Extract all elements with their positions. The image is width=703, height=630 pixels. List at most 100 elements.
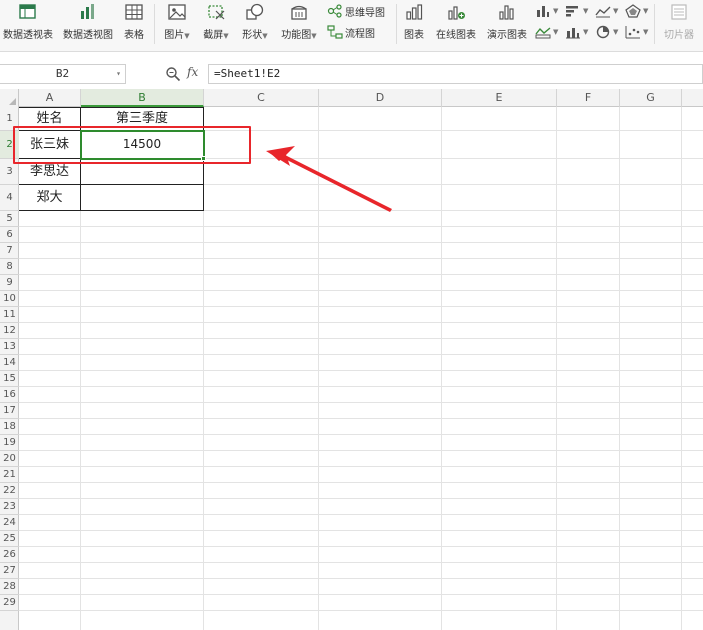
stock-chart-button[interactable]: ▼ — [565, 23, 588, 41]
row-header-6[interactable]: 6 — [0, 227, 19, 243]
chevron-down-icon: ▼ — [311, 32, 317, 40]
column-header-f[interactable]: F — [557, 89, 620, 107]
row-header-29[interactable]: 29 — [0, 595, 19, 611]
table-icon — [125, 4, 143, 20]
pivot-chart-button[interactable]: 数据透视图 — [60, 0, 116, 52]
zoom-icon[interactable] — [165, 66, 181, 82]
row-header-12[interactable]: 12 — [0, 323, 19, 339]
name-box[interactable]: B2 ▾ — [0, 64, 126, 84]
fx-icon[interactable]: fx — [187, 65, 198, 79]
scatter-chart-button[interactable]: ▼ — [625, 23, 648, 41]
demo-chart-icon — [499, 5, 514, 20]
chevron-down-icon: ▼ — [553, 7, 559, 15]
row-header-7[interactable]: 7 — [0, 243, 19, 259]
function-diagram-icon — [291, 5, 307, 20]
column-header-e[interactable]: E — [442, 89, 557, 107]
shapes-button[interactable]: 形状▼ — [237, 0, 273, 52]
chart-button[interactable]: 图表 — [399, 0, 429, 52]
area-chart-icon — [535, 27, 551, 39]
column-header-d[interactable]: D — [319, 89, 442, 107]
slicer-icon — [671, 4, 687, 20]
row-header-18[interactable]: 18 — [0, 419, 19, 435]
mindmap-label: 思维导图 — [345, 7, 385, 19]
row-header-4[interactable]: 4 — [0, 185, 19, 211]
column-header-b[interactable]: B — [81, 89, 204, 107]
chart-label: 图表 — [404, 30, 424, 41]
column-header-g[interactable]: G — [620, 89, 682, 107]
row-header-11[interactable]: 11 — [0, 307, 19, 323]
line-chart-button[interactable]: ▼ — [595, 2, 618, 20]
cell-a4[interactable]: 郑大 — [19, 185, 80, 210]
cell-b4[interactable] — [81, 185, 203, 210]
pivot-chart-icon — [81, 4, 94, 19]
picture-label: 图片 — [164, 30, 185, 41]
row-header-10[interactable]: 10 — [0, 291, 19, 307]
bar-chart-button[interactable]: ▼ — [565, 2, 588, 20]
row-header-13[interactable]: 13 — [0, 339, 19, 355]
screenshot-label: 截屏 — [203, 30, 224, 41]
row-header-23[interactable]: 23 — [0, 499, 19, 515]
highlight-box — [13, 126, 251, 164]
column-headers: A B C D E F G — [0, 89, 703, 107]
table-button[interactable]: 表格 — [120, 0, 148, 52]
flowchart-button[interactable]: 流程图 — [327, 23, 375, 41]
row-header-24[interactable]: 24 — [0, 515, 19, 531]
row-header-9[interactable]: 9 — [0, 275, 19, 291]
online-chart-icon — [448, 6, 465, 20]
column-chart-button[interactable]: ▼ — [535, 2, 558, 20]
radar-chart-icon — [625, 4, 641, 18]
chart-icon — [406, 4, 423, 20]
radar-chart-button[interactable]: ▼ — [625, 2, 648, 20]
line-chart-icon — [595, 6, 611, 18]
formula-bar: B2 ▾ fx =Sheet1!E2 — [0, 61, 703, 87]
bar-chart-icon — [566, 6, 578, 17]
row-header-28[interactable]: 28 — [0, 579, 19, 595]
screenshot-button[interactable]: 截屏▼ — [198, 0, 234, 52]
column-header-h[interactable] — [682, 89, 703, 107]
shapes-icon — [246, 3, 264, 20]
row-header-15[interactable]: 15 — [0, 371, 19, 387]
slicer-label: 切片器 — [664, 30, 694, 41]
row-header-17[interactable]: 17 — [0, 403, 19, 419]
row-header-8[interactable]: 8 — [0, 259, 19, 275]
row-header-16[interactable]: 16 — [0, 387, 19, 403]
column-header-c[interactable]: C — [204, 89, 319, 107]
row-headers: 1 2 3 4 5 6 7 8 9 10 11 12 13 14 15 16 1… — [0, 107, 19, 630]
row-header-19[interactable]: 19 — [0, 435, 19, 451]
function-diagram-button[interactable]: 功能图▼ — [277, 0, 321, 52]
area-chart-button[interactable]: ▼ — [535, 23, 558, 41]
cell-area[interactable]: 姓名 第三季度 张三妹 14500 李思达 郑大 — [19, 107, 703, 630]
column-header-a[interactable]: A — [19, 89, 81, 107]
row-header-20[interactable]: 20 — [0, 451, 19, 467]
separator — [154, 4, 155, 44]
ribbon-toolbar: 数据透视表 数据透视图 表格 图片▼ 截屏▼ 形状▼ 功能图▼ 思维导图 流程图… — [0, 0, 703, 52]
pivot-table-button[interactable]: 数据透视表 — [0, 0, 56, 52]
row-header-22[interactable]: 22 — [0, 483, 19, 499]
chevron-down-icon: ▼ — [553, 28, 559, 36]
screenshot-icon — [208, 5, 225, 20]
mindmap-button[interactable]: 思维导图 — [327, 2, 385, 20]
chevron-down-icon: ▼ — [643, 7, 649, 15]
row-header-27[interactable]: 27 — [0, 563, 19, 579]
pivot-chart-label: 数据透视图 — [63, 30, 113, 41]
stock-chart-icon — [566, 28, 580, 39]
row-header-5[interactable]: 5 — [0, 211, 19, 227]
formula-input[interactable]: =Sheet1!E2 — [208, 64, 703, 84]
picture-button[interactable]: 图片▼ — [159, 0, 195, 52]
pie-chart-icon — [596, 25, 610, 39]
row-header-25[interactable]: 25 — [0, 531, 19, 547]
separator — [396, 4, 397, 44]
pie-chart-button[interactable]: ▼ — [595, 23, 618, 41]
row-header-21[interactable]: 21 — [0, 467, 19, 483]
picture-icon — [168, 4, 186, 20]
chevron-down-icon[interactable]: ▾ — [116, 65, 121, 83]
online-chart-label: 在线图表 — [436, 30, 476, 41]
row-header-26[interactable]: 26 — [0, 547, 19, 563]
online-chart-button[interactable]: 在线图表 — [432, 0, 480, 52]
demo-chart-label: 演示图表 — [487, 30, 527, 41]
chevron-down-icon: ▼ — [184, 32, 190, 40]
select-all-corner[interactable] — [0, 89, 19, 107]
function-diagram-label: 功能图 — [281, 30, 312, 41]
demo-chart-button[interactable]: 演示图表 — [483, 0, 531, 52]
row-header-14[interactable]: 14 — [0, 355, 19, 371]
